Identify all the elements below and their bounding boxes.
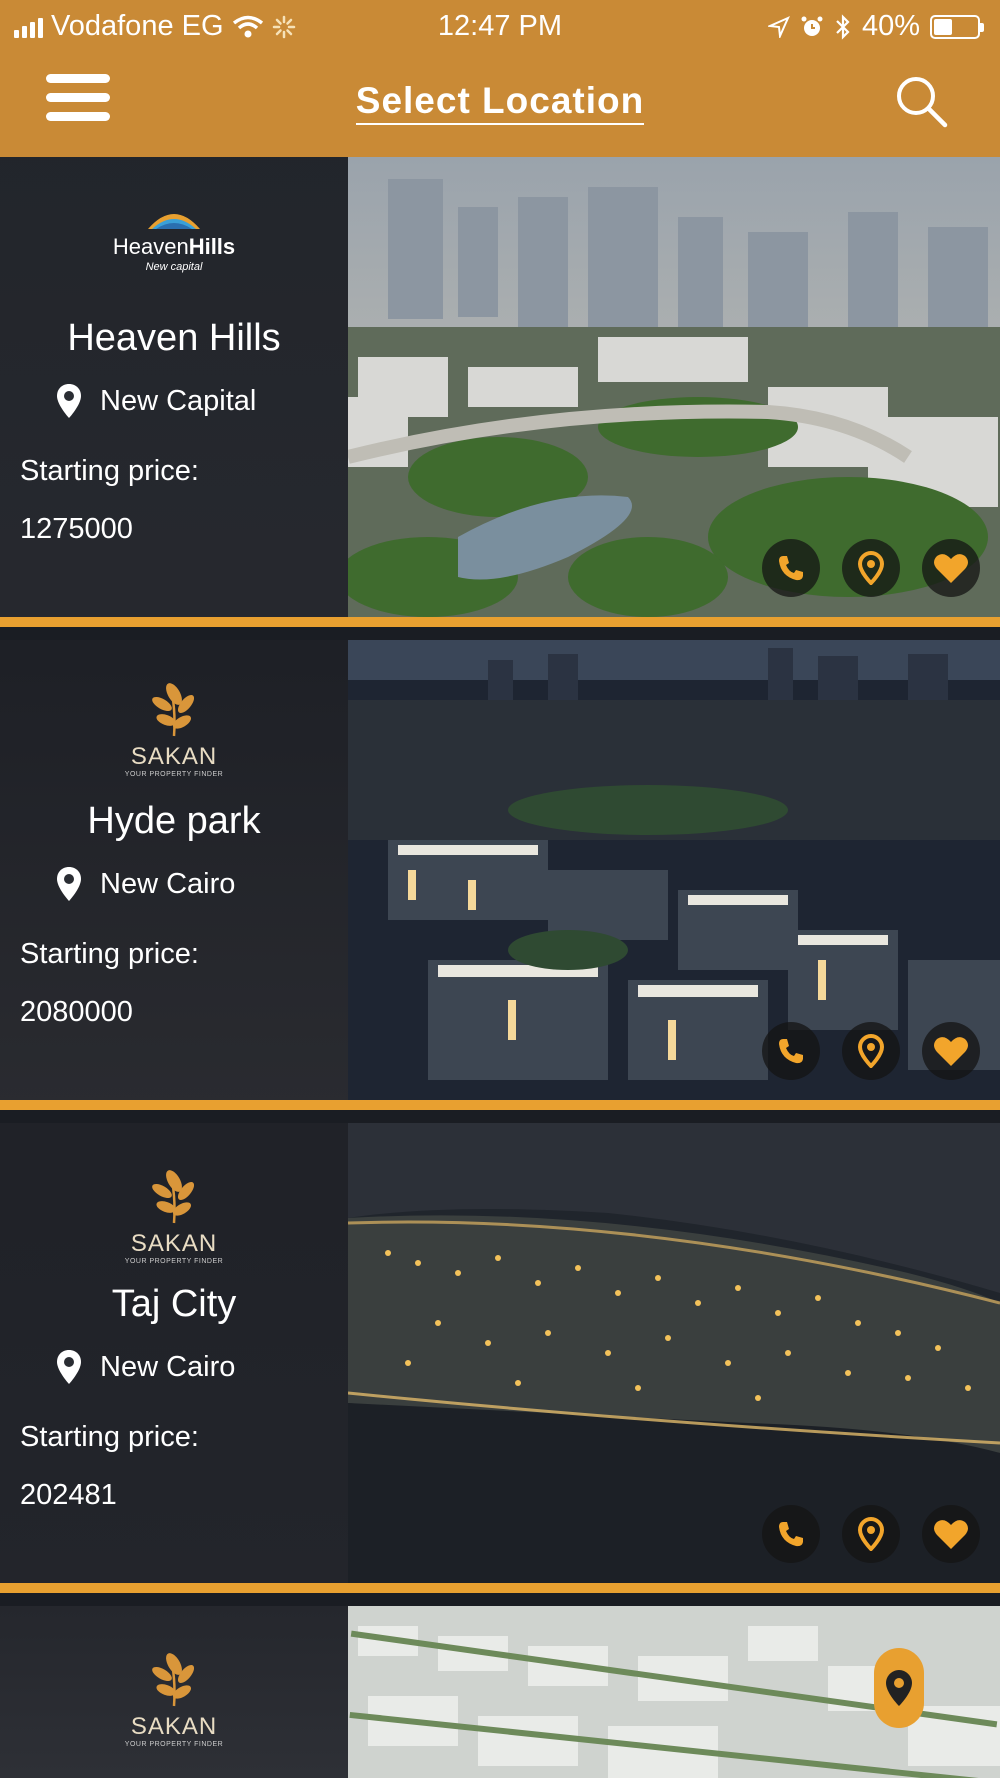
search-icon[interactable]: [892, 72, 950, 130]
navigation-bar: Select Location: [0, 52, 1000, 157]
alarm-icon: [801, 16, 823, 36]
starting-price-label: Starting price:: [20, 1421, 199, 1453]
phone-icon: [779, 1039, 803, 1064]
call-button[interactable]: [762, 539, 820, 597]
bluetooth-icon: [836, 13, 850, 40]
location-arrow-icon: [767, 15, 790, 38]
favorite-button[interactable]: [922, 1505, 980, 1563]
map-pin-icon: [57, 1350, 81, 1384]
map-pin-icon: [57, 384, 81, 418]
map-pin-icon: [858, 1034, 884, 1068]
map-location-button[interactable]: [842, 1022, 900, 1080]
logo-text: SAKAN: [130, 743, 218, 770]
starting-price-value: 1275000: [20, 513, 133, 545]
listing-actions: [762, 539, 980, 597]
heart-icon: [934, 554, 968, 583]
listing-location-label: New Cairo: [100, 867, 236, 900]
battery-icon: [930, 14, 984, 39]
listing-info-panel: SAKAN YOUR PROPERTY FINDER Taj City New …: [0, 1123, 348, 1593]
logo-subtitle: YOUR PROPERTY FINDER: [124, 1741, 224, 1748]
call-button[interactable]: [762, 1022, 820, 1080]
card-divider: [0, 1583, 1000, 1593]
map-fab-button[interactable]: [874, 1648, 924, 1728]
map-location-button[interactable]: [842, 539, 900, 597]
heart-icon: [934, 1037, 968, 1066]
starting-price-value: 2080000: [20, 996, 133, 1028]
developer-logo: SAKAN YOUR PROPERTY FINDER: [0, 1648, 348, 1748]
listing-location-label: New Capital: [100, 384, 257, 417]
card-divider: [0, 1100, 1000, 1110]
logo-text: SAKAN: [130, 1230, 218, 1257]
starting-price-label: Starting price:: [20, 455, 199, 487]
listing-card-taj-city[interactable]: SAKAN YOUR PROPERTY FINDER Taj City New …: [0, 1123, 1000, 1593]
listing-name: Taj City: [111, 1283, 237, 1325]
map-pin-icon: [858, 551, 884, 585]
developer-logo: HeavenHills New capital: [0, 205, 348, 273]
map-pin-icon: [858, 1517, 884, 1551]
heart-icon: [934, 1520, 968, 1549]
listing-actions: [762, 1022, 980, 1080]
logo-subtitle: New capital: [145, 261, 203, 273]
starting-price-label: Starting price:: [20, 938, 199, 970]
favorite-button[interactable]: [922, 539, 980, 597]
logo-subtitle: YOUR PROPERTY FINDER: [124, 771, 224, 778]
card-divider: [0, 617, 1000, 627]
map-pin-icon: [886, 1670, 912, 1706]
listing-card-hyde-park[interactable]: SAKAN YOUR PROPERTY FINDER Hyde park New…: [0, 640, 1000, 1110]
listing-location-label: New Cairo: [100, 1350, 236, 1383]
phone-icon: [779, 556, 803, 581]
logo-text: SAKAN: [130, 1713, 218, 1740]
status-bar: Vodafone EG 12:47 PM 40%: [0, 0, 1000, 52]
logo-text-hills: Hills: [188, 234, 236, 259]
listing-card-partial[interactable]: SAKAN YOUR PROPERTY FINDER: [0, 1606, 1000, 1778]
logo-text-heaven: Heaven: [112, 234, 189, 259]
listing-location: New Cairo: [56, 866, 235, 902]
listing-location: New Capital: [56, 383, 256, 419]
listing-card-heaven-hills[interactable]: HeavenHills New capital Heaven Hills New…: [0, 157, 1000, 627]
battery-percent: 40%: [861, 10, 920, 42]
page-title: Select Location: [0, 80, 1000, 125]
sakan-logo-mark: [152, 1170, 195, 1224]
listing-location: New Cairo: [56, 1349, 235, 1385]
favorite-button[interactable]: [922, 1022, 980, 1080]
sakan-logo-mark: [152, 1653, 195, 1707]
map-pin-icon: [57, 867, 81, 901]
developer-logo: SAKAN YOUR PROPERTY FINDER: [0, 1165, 348, 1265]
map-location-button[interactable]: [842, 1505, 900, 1563]
listing-info-panel: SAKAN YOUR PROPERTY FINDER Hyde park New…: [0, 640, 348, 1110]
app-header: Vodafone EG 12:47 PM 40% Select Location: [0, 0, 1000, 157]
developer-logo: SAKAN YOUR PROPERTY FINDER: [0, 678, 348, 778]
listing-info-panel: HeavenHills New capital Heaven Hills New…: [0, 157, 348, 627]
listing-name: Hyde park: [87, 800, 261, 842]
call-button[interactable]: [762, 1505, 820, 1563]
phone-icon: [779, 1522, 803, 1547]
starting-price-value: 202481: [20, 1479, 117, 1511]
listing-name: Heaven Hills: [67, 317, 281, 359]
status-right: 40%: [767, 10, 984, 43]
heaven-hills-logo-mark: [148, 214, 200, 229]
sakan-logo-mark: [152, 683, 195, 737]
listing-actions: [762, 1505, 980, 1563]
listing-info-panel: SAKAN YOUR PROPERTY FINDER: [0, 1606, 348, 1778]
logo-subtitle: YOUR PROPERTY FINDER: [124, 1258, 224, 1265]
